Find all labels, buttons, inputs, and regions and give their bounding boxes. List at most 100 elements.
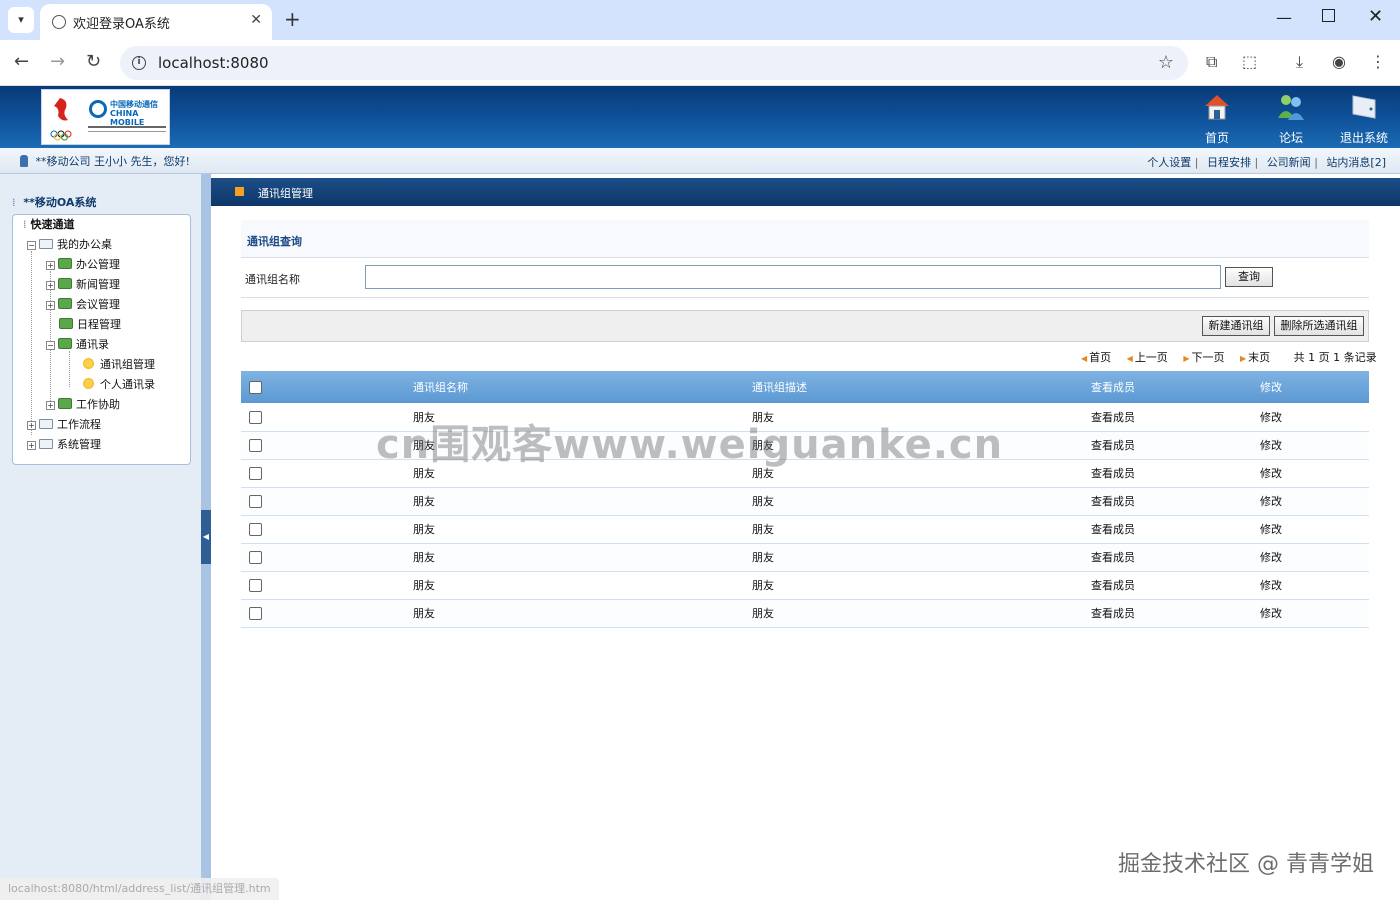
table-row: 朋友 朋友 查看成员 修改 [241, 515, 1369, 544]
cast-icon[interactable]: ⧉ [1206, 52, 1217, 72]
expand-icon[interactable]: + [46, 401, 55, 410]
row-checkbox[interactable] [249, 494, 262, 508]
expand-icon[interactable]: + [46, 281, 55, 290]
edit-link[interactable]: 修改 [1260, 431, 1369, 460]
tree-item-personal-contacts[interactable]: 个人通讯录 [83, 375, 155, 395]
first-page-link[interactable]: 首页 [1089, 351, 1111, 364]
tree-item-news[interactable]: + 新闻管理 [46, 275, 120, 295]
nav-logout[interactable]: 退出系统 [1332, 90, 1396, 146]
row-checkbox[interactable] [249, 466, 262, 480]
prev-page-link[interactable]: 上一页 [1135, 351, 1168, 364]
collapse-sidebar-arrow-icon[interactable]: ◀ [201, 510, 211, 564]
forward-arrow-icon[interactable]: → [50, 52, 65, 72]
collapse-icon[interactable]: − [27, 241, 36, 250]
globe-icon [52, 15, 66, 29]
view-members-link[interactable]: 查看成员 [1091, 599, 1260, 628]
nav-forum[interactable]: 论坛 [1259, 90, 1323, 146]
view-members-link[interactable]: 查看成员 [1091, 403, 1260, 432]
sidebar-title: **移动OA系统 [23, 196, 97, 209]
row-checkbox[interactable] [249, 578, 262, 592]
site-info-icon[interactable]: i [132, 56, 146, 70]
nav-home[interactable]: 首页 [1185, 90, 1249, 146]
row-checkbox[interactable] [249, 410, 262, 424]
last-page-link[interactable]: 末页 [1248, 351, 1270, 364]
edit-link[interactable]: 修改 [1260, 599, 1369, 628]
prev-page-arrow-icon: ◀ [1126, 354, 1133, 363]
extensions-puzzle-icon[interactable]: ⬚ [1242, 52, 1257, 72]
edit-link[interactable]: 修改 [1260, 459, 1369, 488]
group-name-input[interactable] [365, 265, 1221, 289]
link-company-news[interactable]: 公司新闻 [1267, 156, 1311, 169]
bookmark-star-icon[interactable]: ☆ [1158, 52, 1174, 73]
row-checkbox[interactable] [249, 606, 262, 620]
new-tab-plus-icon[interactable]: + [284, 8, 301, 30]
module-icon [58, 278, 72, 289]
close-window-icon[interactable]: ✕ [1368, 6, 1383, 27]
more-menu-icon[interactable]: ⋮ [1370, 52, 1386, 72]
tree-item-schedule[interactable]: 日程管理 [59, 315, 121, 335]
pagination: ◀ 首页 ◀ 上一页 ▶ 下一页 ▶ 末页 共 1 页 1 条记录 [1081, 349, 1377, 365]
tree-item-my-desk[interactable]: − 我的办公桌 [27, 235, 112, 255]
collapse-icon[interactable]: − [46, 341, 55, 350]
edit-link[interactable]: 修改 [1260, 543, 1369, 572]
table-row: 朋友 朋友 查看成员 修改 [241, 571, 1369, 600]
view-members-link[interactable]: 查看成员 [1091, 487, 1260, 516]
main-content: 通讯组管理 通讯组查询 通讯组名称 查询 新建通讯组 删除所选通讯组 ◀ 首页 ◀… [211, 174, 1400, 900]
expand-icon[interactable]: + [46, 301, 55, 310]
view-members-link[interactable]: 查看成员 [1091, 571, 1260, 600]
forum-users-icon [1278, 95, 1304, 120]
select-all-checkbox[interactable] [249, 380, 262, 394]
address-bar[interactable]: i localhost:8080 ☆ [120, 46, 1188, 80]
expand-icon[interactable]: + [27, 421, 36, 430]
status-bar-url: localhost:8080/html/address_list/通讯组管理.h… [0, 878, 279, 900]
edit-link[interactable]: 修改 [1260, 403, 1369, 432]
edit-link[interactable]: 修改 [1260, 487, 1369, 516]
browser-tab[interactable]: 欢迎登录OA系统 ✕ [40, 4, 272, 40]
view-members-link[interactable]: 查看成员 [1091, 515, 1260, 544]
minimize-icon[interactable]: — [1276, 8, 1292, 27]
tree-item-contacts[interactable]: − 通讯录 [46, 335, 109, 355]
tree-item-work-assist[interactable]: + 工作协助 [46, 395, 120, 415]
next-page-link[interactable]: 下一页 [1191, 351, 1224, 364]
expand-icon[interactable]: + [27, 441, 36, 450]
link-site-messages[interactable]: 站内消息[2] [1326, 156, 1386, 169]
module-icon [59, 318, 73, 329]
link-schedule[interactable]: 日程安排 [1207, 156, 1251, 169]
view-members-link[interactable]: 查看成员 [1091, 543, 1260, 572]
tree-item-group-management[interactable]: 通讯组管理 [83, 355, 155, 375]
view-members-link[interactable]: 查看成员 [1091, 431, 1260, 460]
delete-selected-button[interactable]: 删除所选通讯组 [1274, 316, 1364, 336]
header-view-members: 查看成员 [1091, 371, 1260, 403]
view-members-link[interactable]: 查看成员 [1091, 459, 1260, 488]
url-text[interactable]: localhost:8080 [158, 54, 269, 72]
expand-icon[interactable]: + [46, 261, 55, 270]
query-button[interactable]: 查询 [1225, 267, 1273, 287]
last-page-arrow-icon: ▶ [1239, 354, 1247, 363]
tab-search-chevron-icon[interactable]: ▾ [8, 7, 34, 33]
new-group-button[interactable]: 新建通讯组 [1202, 316, 1270, 336]
row-checkbox[interactable] [249, 550, 262, 564]
nav-forum-label: 论坛 [1278, 131, 1303, 145]
edit-link[interactable]: 修改 [1260, 515, 1369, 544]
folder-icon [39, 419, 53, 429]
close-tab-icon[interactable]: ✕ [250, 12, 262, 28]
edit-link[interactable]: 修改 [1260, 571, 1369, 600]
table-row: 朋友 朋友 查看成员 修改 [241, 543, 1369, 572]
home-icon [1205, 95, 1229, 120]
tree-item-office[interactable]: + 办公管理 [46, 255, 120, 275]
row-checkbox[interactable] [249, 522, 262, 536]
maximize-icon[interactable] [1322, 9, 1335, 22]
cell-group-name: 朋友 [413, 515, 752, 544]
reload-icon[interactable]: ↻ [86, 52, 101, 72]
row-checkbox[interactable] [249, 438, 262, 452]
profile-icon[interactable]: ◉ [1332, 52, 1346, 72]
tree-item-system[interactable]: + 系统管理 [27, 435, 101, 455]
nav-home-label: 首页 [1204, 131, 1229, 145]
link-personal-settings[interactable]: 个人设置 [1147, 156, 1191, 169]
gear-leaf-icon [83, 378, 94, 389]
tree-item-meeting[interactable]: + 会议管理 [46, 295, 120, 315]
tree-item-workflow[interactable]: + 工作流程 [27, 415, 101, 435]
download-icon[interactable]: ⤓ [1296, 52, 1303, 72]
gear-leaf-icon [83, 358, 94, 369]
back-arrow-icon[interactable]: ← [14, 52, 29, 72]
